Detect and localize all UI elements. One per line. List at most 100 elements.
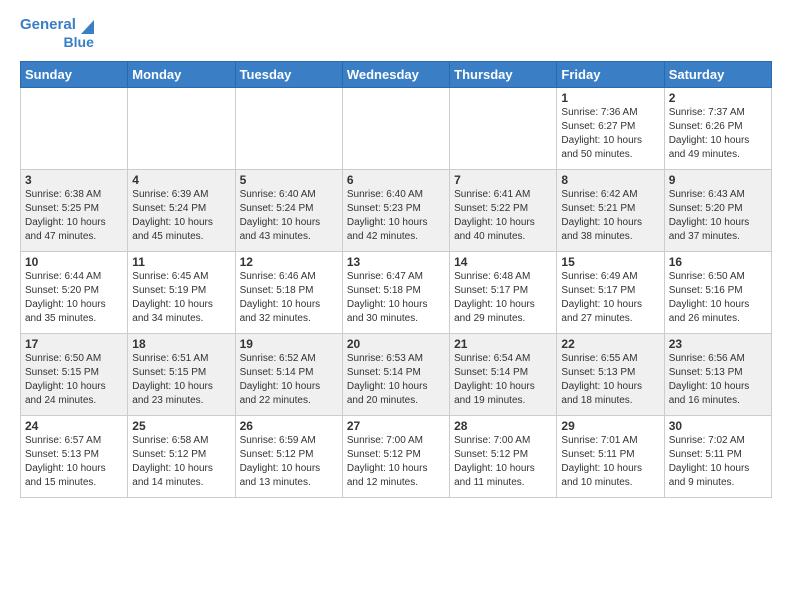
header: General Blue: [20, 16, 772, 51]
day-detail: Sunrise: 7:36 AM Sunset: 6:27 PM Dayligh…: [561, 106, 659, 162]
logo-icon: [76, 16, 94, 34]
day-detail: Sunrise: 7:37 AM Sunset: 6:26 PM Dayligh…: [669, 106, 767, 162]
day-detail: Sunrise: 6:59 AM Sunset: 5:12 PM Dayligh…: [240, 434, 338, 490]
day-detail: Sunrise: 6:42 AM Sunset: 5:21 PM Dayligh…: [561, 188, 659, 244]
calendar-cell: 15Sunrise: 6:49 AM Sunset: 5:17 PM Dayli…: [557, 251, 664, 333]
weekday-header-wednesday: Wednesday: [342, 61, 449, 87]
weekday-header-monday: Monday: [128, 61, 235, 87]
day-detail: Sunrise: 6:40 AM Sunset: 5:24 PM Dayligh…: [240, 188, 338, 244]
day-detail: Sunrise: 6:46 AM Sunset: 5:18 PM Dayligh…: [240, 270, 338, 326]
calendar-cell: 10Sunrise: 6:44 AM Sunset: 5:20 PM Dayli…: [21, 251, 128, 333]
day-number: 19: [240, 337, 338, 351]
day-number: 20: [347, 337, 445, 351]
day-detail: Sunrise: 7:02 AM Sunset: 5:11 PM Dayligh…: [669, 434, 767, 490]
calendar-cell: 11Sunrise: 6:45 AM Sunset: 5:19 PM Dayli…: [128, 251, 235, 333]
calendar-week-row: 3Sunrise: 6:38 AM Sunset: 5:25 PM Daylig…: [21, 169, 772, 251]
calendar-cell: 9Sunrise: 6:43 AM Sunset: 5:20 PM Daylig…: [664, 169, 771, 251]
calendar-cell: 14Sunrise: 6:48 AM Sunset: 5:17 PM Dayli…: [450, 251, 557, 333]
day-detail: Sunrise: 6:40 AM Sunset: 5:23 PM Dayligh…: [347, 188, 445, 244]
day-number: 24: [25, 419, 123, 433]
calendar-cell: 8Sunrise: 6:42 AM Sunset: 5:21 PM Daylig…: [557, 169, 664, 251]
day-detail: Sunrise: 6:50 AM Sunset: 5:16 PM Dayligh…: [669, 270, 767, 326]
day-number: 6: [347, 173, 445, 187]
day-detail: Sunrise: 6:58 AM Sunset: 5:12 PM Dayligh…: [132, 434, 230, 490]
calendar-cell: 1Sunrise: 7:36 AM Sunset: 6:27 PM Daylig…: [557, 87, 664, 169]
calendar-cell: 17Sunrise: 6:50 AM Sunset: 5:15 PM Dayli…: [21, 333, 128, 415]
day-detail: Sunrise: 6:39 AM Sunset: 5:24 PM Dayligh…: [132, 188, 230, 244]
day-number: 3: [25, 173, 123, 187]
day-number: 12: [240, 255, 338, 269]
calendar-cell: 21Sunrise: 6:54 AM Sunset: 5:14 PM Dayli…: [450, 333, 557, 415]
day-detail: Sunrise: 6:55 AM Sunset: 5:13 PM Dayligh…: [561, 352, 659, 408]
day-number: 21: [454, 337, 552, 351]
day-number: 4: [132, 173, 230, 187]
day-detail: Sunrise: 6:43 AM Sunset: 5:20 PM Dayligh…: [669, 188, 767, 244]
calendar-cell: [128, 87, 235, 169]
day-number: 14: [454, 255, 552, 269]
day-detail: Sunrise: 6:47 AM Sunset: 5:18 PM Dayligh…: [347, 270, 445, 326]
day-number: 27: [347, 419, 445, 433]
day-number: 25: [132, 419, 230, 433]
calendar-cell: 28Sunrise: 7:00 AM Sunset: 5:12 PM Dayli…: [450, 415, 557, 497]
calendar-cell: 25Sunrise: 6:58 AM Sunset: 5:12 PM Dayli…: [128, 415, 235, 497]
day-number: 10: [25, 255, 123, 269]
calendar-cell: 18Sunrise: 6:51 AM Sunset: 5:15 PM Dayli…: [128, 333, 235, 415]
calendar-cell: [235, 87, 342, 169]
calendar-cell: [21, 87, 128, 169]
calendar-cell: 23Sunrise: 6:56 AM Sunset: 5:13 PM Dayli…: [664, 333, 771, 415]
calendar-week-row: 24Sunrise: 6:57 AM Sunset: 5:13 PM Dayli…: [21, 415, 772, 497]
weekday-header-sunday: Sunday: [21, 61, 128, 87]
day-detail: Sunrise: 6:50 AM Sunset: 5:15 PM Dayligh…: [25, 352, 123, 408]
day-number: 30: [669, 419, 767, 433]
day-detail: Sunrise: 6:51 AM Sunset: 5:15 PM Dayligh…: [132, 352, 230, 408]
calendar-cell: [342, 87, 449, 169]
calendar-cell: 19Sunrise: 6:52 AM Sunset: 5:14 PM Dayli…: [235, 333, 342, 415]
logo: General Blue: [20, 16, 94, 51]
calendar-cell: 3Sunrise: 6:38 AM Sunset: 5:25 PM Daylig…: [21, 169, 128, 251]
calendar-cell: 22Sunrise: 6:55 AM Sunset: 5:13 PM Dayli…: [557, 333, 664, 415]
day-number: 18: [132, 337, 230, 351]
page-container: General Blue SundayMondayTuesdayWednesda…: [0, 0, 792, 508]
weekday-header-saturday: Saturday: [664, 61, 771, 87]
day-number: 17: [25, 337, 123, 351]
weekday-header-tuesday: Tuesday: [235, 61, 342, 87]
weekday-header-thursday: Thursday: [450, 61, 557, 87]
day-detail: Sunrise: 7:01 AM Sunset: 5:11 PM Dayligh…: [561, 434, 659, 490]
calendar-table: SundayMondayTuesdayWednesdayThursdayFrid…: [20, 61, 772, 498]
day-detail: Sunrise: 6:56 AM Sunset: 5:13 PM Dayligh…: [669, 352, 767, 408]
calendar-cell: [450, 87, 557, 169]
logo-text: General: [20, 16, 76, 34]
day-number: 29: [561, 419, 659, 433]
day-detail: Sunrise: 6:45 AM Sunset: 5:19 PM Dayligh…: [132, 270, 230, 326]
calendar-cell: 5Sunrise: 6:40 AM Sunset: 5:24 PM Daylig…: [235, 169, 342, 251]
day-detail: Sunrise: 7:00 AM Sunset: 5:12 PM Dayligh…: [454, 434, 552, 490]
day-detail: Sunrise: 7:00 AM Sunset: 5:12 PM Dayligh…: [347, 434, 445, 490]
calendar-cell: 13Sunrise: 6:47 AM Sunset: 5:18 PM Dayli…: [342, 251, 449, 333]
calendar-cell: 26Sunrise: 6:59 AM Sunset: 5:12 PM Dayli…: [235, 415, 342, 497]
calendar-cell: 2Sunrise: 7:37 AM Sunset: 6:26 PM Daylig…: [664, 87, 771, 169]
calendar-cell: 4Sunrise: 6:39 AM Sunset: 5:24 PM Daylig…: [128, 169, 235, 251]
day-detail: Sunrise: 6:44 AM Sunset: 5:20 PM Dayligh…: [25, 270, 123, 326]
day-detail: Sunrise: 6:38 AM Sunset: 5:25 PM Dayligh…: [25, 188, 123, 244]
day-detail: Sunrise: 6:57 AM Sunset: 5:13 PM Dayligh…: [25, 434, 123, 490]
day-number: 2: [669, 91, 767, 105]
day-number: 5: [240, 173, 338, 187]
logo-blue: Blue: [64, 34, 94, 51]
day-number: 16: [669, 255, 767, 269]
calendar-cell: 29Sunrise: 7:01 AM Sunset: 5:11 PM Dayli…: [557, 415, 664, 497]
day-number: 26: [240, 419, 338, 433]
day-number: 11: [132, 255, 230, 269]
day-number: 9: [669, 173, 767, 187]
day-number: 23: [669, 337, 767, 351]
day-detail: Sunrise: 6:48 AM Sunset: 5:17 PM Dayligh…: [454, 270, 552, 326]
day-detail: Sunrise: 6:52 AM Sunset: 5:14 PM Dayligh…: [240, 352, 338, 408]
calendar-cell: 12Sunrise: 6:46 AM Sunset: 5:18 PM Dayli…: [235, 251, 342, 333]
day-number: 13: [347, 255, 445, 269]
calendar-cell: 20Sunrise: 6:53 AM Sunset: 5:14 PM Dayli…: [342, 333, 449, 415]
day-detail: Sunrise: 6:49 AM Sunset: 5:17 PM Dayligh…: [561, 270, 659, 326]
calendar-week-row: 17Sunrise: 6:50 AM Sunset: 5:15 PM Dayli…: [21, 333, 772, 415]
day-number: 1: [561, 91, 659, 105]
calendar-cell: 6Sunrise: 6:40 AM Sunset: 5:23 PM Daylig…: [342, 169, 449, 251]
calendar-week-row: 1Sunrise: 7:36 AM Sunset: 6:27 PM Daylig…: [21, 87, 772, 169]
calendar-cell: 24Sunrise: 6:57 AM Sunset: 5:13 PM Dayli…: [21, 415, 128, 497]
